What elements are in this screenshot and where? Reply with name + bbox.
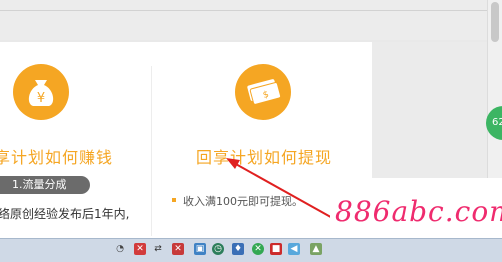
browser-top-area: [0, 0, 487, 40]
column-divider: [151, 66, 152, 236]
svg-text:¥: ¥: [37, 91, 45, 106]
card-title-earn: 享计划如何赚钱: [0, 148, 114, 167]
grey-app-icon[interactable]: ▲: [310, 243, 322, 255]
bullet-marker: [172, 198, 176, 202]
top-divider: [0, 10, 487, 11]
green-app-icon[interactable]: ✕: [252, 243, 264, 255]
network-icon[interactable]: ⇄: [152, 243, 164, 255]
card-description-withdraw: 收入满100元即可提现。: [183, 195, 303, 208]
card-title-withdraw: 回享计划如何提现: [196, 148, 333, 167]
wifi-icon[interactable]: ◔: [114, 243, 126, 255]
scroll-thumb[interactable]: [491, 2, 499, 42]
volume-icon[interactable]: ◀: [288, 243, 300, 255]
security-icon[interactable]: ♦: [232, 243, 244, 255]
red-app-icon[interactable]: ■: [270, 243, 282, 255]
cash-bills-icon: $: [235, 64, 291, 120]
traffic-share-tag: 1.流量分成: [0, 176, 90, 194]
card-description-earn: 络原创经验发布后1年内,: [0, 207, 130, 221]
clock-icon[interactable]: ◷: [212, 243, 224, 255]
windows-taskbar: [0, 238, 502, 262]
site-watermark: 886abc.com: [335, 195, 502, 228]
monitor-icon[interactable]: ▣: [194, 243, 206, 255]
flag-red-icon[interactable]: ✕: [172, 243, 184, 255]
money-bag-icon: ¥: [13, 64, 69, 120]
flag-icon[interactable]: ✕: [134, 243, 146, 255]
